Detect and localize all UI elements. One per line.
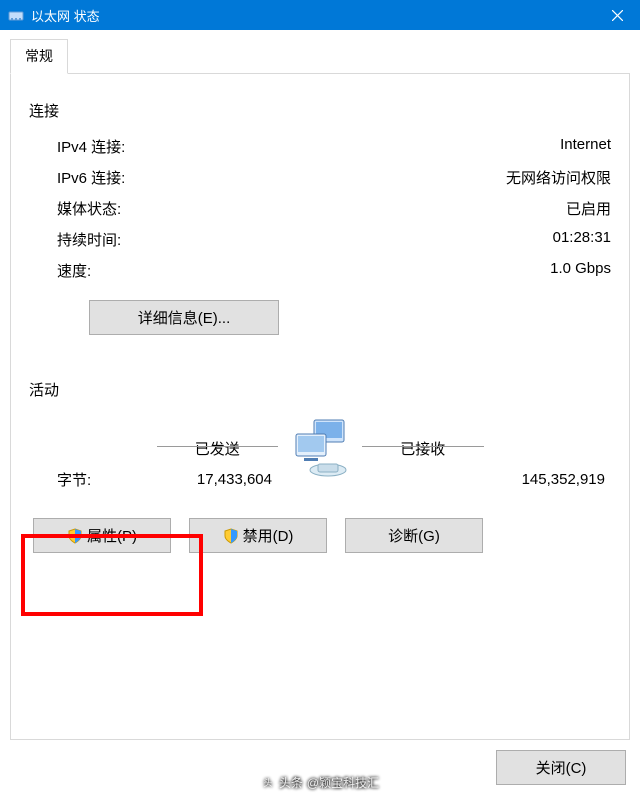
media-row: 媒体状态: 已启用: [29, 193, 611, 224]
close-dialog-button[interactable]: 关闭(C): [496, 750, 626, 785]
ipv6-row: IPv6 连接: 无网络访问权限: [29, 162, 611, 193]
ipv4-label: IPv4 连接:: [57, 136, 125, 157]
ipv4-row: IPv4 连接: Internet: [29, 131, 611, 162]
ipv6-label: IPv6 连接:: [57, 167, 125, 188]
shield-icon: [67, 528, 83, 544]
sent-label: 已发送: [157, 438, 279, 459]
tab-general[interactable]: 常规: [10, 39, 68, 74]
properties-button[interactable]: 属性(P): [33, 518, 171, 553]
speed-row: 速度: 1.0 Gbps: [29, 255, 611, 286]
duration-label: 持续时间:: [57, 229, 121, 250]
window-title: 以太网 状态: [31, 6, 594, 25]
connection-section-title: 连接: [29, 100, 611, 121]
bytes-label: 字节:: [29, 469, 151, 490]
bytes-received-value: 145,352,919: [362, 471, 611, 488]
titlebar: 以太网 状态: [0, 0, 640, 30]
diagnose-button[interactable]: 诊断(G): [345, 518, 483, 553]
bytes-sent-value: 17,433,604: [157, 471, 279, 488]
tab-page-general: 连接 IPv4 连接: Internet IPv6 连接: 无网络访问权限 媒体…: [10, 74, 630, 740]
close-icon: [612, 10, 623, 21]
diagnose-label: 诊断(G): [388, 525, 440, 546]
ipv6-value: 无网络访问权限: [506, 167, 611, 188]
shield-icon: [223, 528, 239, 544]
action-buttons: 属性(P) 禁用(D) 诊断(G): [29, 518, 611, 553]
tabstrip: 常规: [10, 38, 630, 74]
details-button[interactable]: 详细信息(E)...: [89, 300, 279, 335]
received-label: 已接收: [362, 438, 484, 459]
ethernet-icon: [8, 7, 24, 23]
dialog-footer: 关闭(C): [10, 740, 630, 785]
duration-row: 持续时间: 01:28:31: [29, 224, 611, 255]
speed-label: 速度:: [57, 260, 91, 281]
activity-section-title: 活动: [29, 379, 611, 400]
disable-label: 禁用(D): [243, 525, 294, 546]
activity-center: [284, 416, 356, 480]
media-value: 已启用: [566, 198, 611, 219]
network-computers-icon: [284, 416, 356, 480]
speed-value: 1.0 Gbps: [550, 260, 611, 281]
disable-button[interactable]: 禁用(D): [189, 518, 327, 553]
duration-value: 01:28:31: [553, 229, 611, 250]
close-button[interactable]: [594, 0, 640, 30]
line-right: [362, 446, 484, 447]
line-left: [157, 446, 279, 447]
media-label: 媒体状态:: [57, 198, 121, 219]
activity-section: 活动 已发送 已接收: [29, 379, 611, 553]
properties-label: 属性(P): [87, 525, 137, 546]
client-area: 常规 连接 IPv4 连接: Internet IPv6 连接: 无网络访问权限…: [0, 30, 640, 795]
ipv4-value: Internet: [560, 136, 611, 157]
